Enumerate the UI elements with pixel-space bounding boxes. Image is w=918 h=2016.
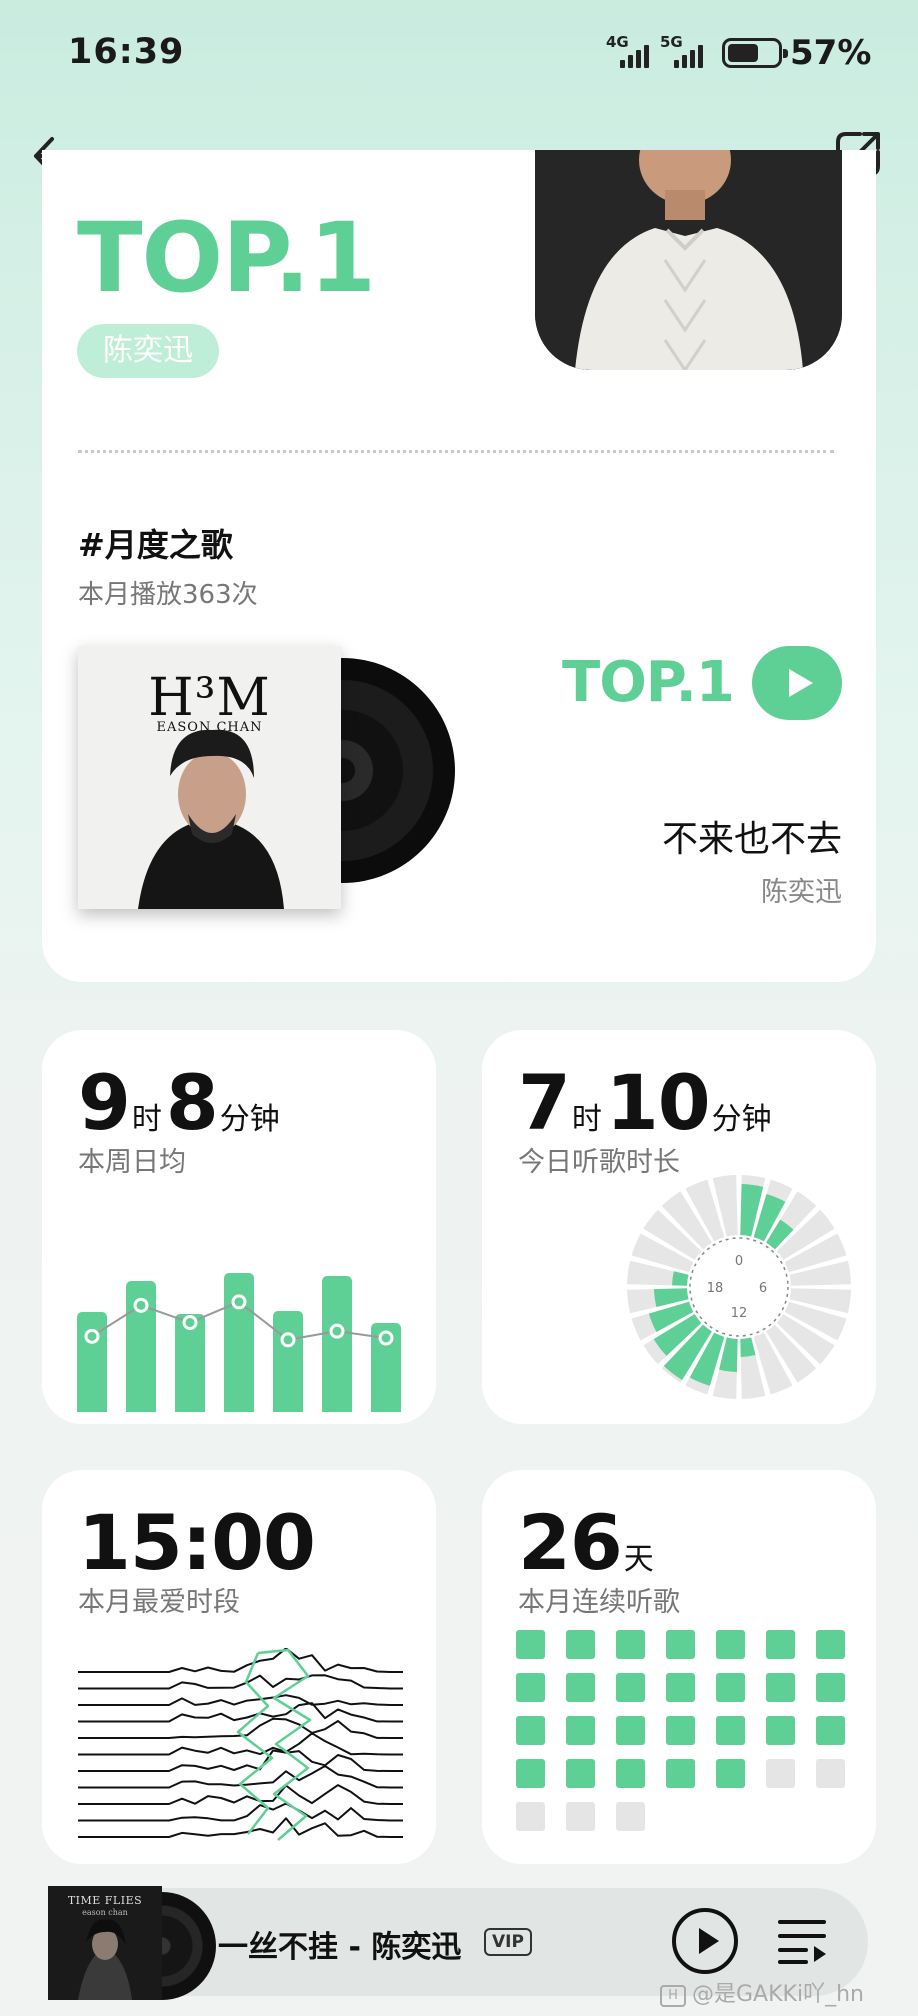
streak-day-cell [616, 1802, 645, 1831]
monthly-report-card: TOP.1 陈奕迅 #月度之歌 本月播放363次 H³M EASON CHAN … [42, 150, 876, 982]
play-count: 本月播放363次 [78, 580, 258, 610]
streak-day-cell [716, 1630, 745, 1659]
signal-5g-icon: 5G [660, 34, 708, 72]
streak-day-cell [616, 1630, 645, 1659]
clock-label: 12 [731, 1306, 748, 1321]
ridge-line [78, 1648, 403, 1673]
streak-day-cell [816, 1759, 845, 1788]
weekly-trend-point [378, 1330, 394, 1346]
streak-day-cell [616, 1716, 645, 1745]
streak-day-cell [766, 1673, 795, 1702]
signal-4g-icon: 4G [606, 34, 654, 72]
album-cover[interactable]: H³M EASON CHAN [78, 646, 341, 909]
player-play-button[interactable] [672, 1908, 738, 1974]
clock-label: 18 [707, 1281, 724, 1296]
streak-day-cell [516, 1716, 545, 1745]
streak-day-cell [666, 1759, 695, 1788]
weekly-bar-chart [77, 1240, 402, 1412]
song-of-month-heading: #月度之歌 [78, 526, 233, 564]
status-time: 16:39 [68, 32, 185, 72]
streak-day-cell [566, 1802, 595, 1831]
streak-calendar-grid [516, 1630, 845, 1831]
streak-day-cell [566, 1759, 595, 1788]
weekly-trend-point [84, 1328, 100, 1344]
weekly-trend-point [182, 1315, 198, 1331]
song-rank: TOP.1 [562, 650, 735, 715]
watermark: H @是GAKKi吖_hn [660, 1976, 864, 2008]
streak-day-cell [516, 1673, 545, 1702]
song-title: 不来也不去 [661, 819, 842, 860]
streak-day-cell [766, 1716, 795, 1745]
weekly-trend-line [84, 1294, 394, 1348]
streak-day-cell [566, 1716, 595, 1745]
ridge-line [78, 1802, 403, 1822]
ridge-line [78, 1674, 403, 1690]
watermark-logo-icon: H [660, 1985, 686, 2007]
clock-label: 6 [759, 1281, 767, 1296]
streak-label: 本月连续听歌 [518, 1587, 680, 1618]
favorite-time-value: 15:00 [78, 1498, 316, 1587]
clock-label: 0 [735, 1254, 743, 1269]
weekly-trend-point [329, 1323, 345, 1339]
streak-day-cell [816, 1716, 845, 1745]
play-icon [789, 669, 813, 697]
today-duration-card[interactable]: 7时10分钟 今日听歌时长 0 6 12 18 [482, 1030, 876, 1424]
weekly-average-card[interactable]: 9时8分钟 本周日均 [42, 1030, 436, 1424]
streak-day-cell [716, 1673, 745, 1702]
artist-photo[interactable] [535, 150, 842, 370]
hour-bar [740, 1337, 756, 1357]
streak-day-cell [816, 1630, 845, 1659]
streak-value: 26天 [518, 1498, 654, 1587]
today-duration-value: 7时10分钟 [518, 1058, 772, 1147]
player-album-cover[interactable]: TIME FLIES eason chan [48, 1886, 162, 2000]
artist-rank: TOP.1 [77, 202, 376, 314]
streak-day-cell [766, 1630, 795, 1659]
streak-day-cell [566, 1630, 595, 1659]
hourly-radial-chart: 0 6 12 18 [627, 1175, 851, 1399]
song-artist: 陈奕迅 [761, 877, 842, 908]
streak-day-cell [766, 1759, 795, 1788]
playlist-icon[interactable] [776, 1916, 828, 1966]
player-track-title[interactable]: 一丝不挂 - 陈奕迅 [218, 1922, 461, 1966]
favorite-time-card[interactable]: 15:00 本月最爱时段 [42, 1470, 436, 1864]
streak-day-cell [816, 1673, 845, 1702]
weekly-trend-point [133, 1297, 149, 1313]
play-song-button[interactable] [752, 646, 842, 720]
streak-day-cell [516, 1802, 545, 1831]
streak-day-cell [516, 1759, 545, 1788]
streak-day-cell [566, 1673, 595, 1702]
weekly-trend-point [231, 1294, 247, 1310]
time-ridgeline-chart [78, 1648, 403, 1841]
hour-bar [672, 1271, 689, 1286]
listening-streak-card[interactable]: 26天 本月连续听歌 [482, 1470, 876, 1864]
vip-badge: VIP [484, 1928, 532, 1956]
streak-day-cell [616, 1759, 645, 1788]
weekly-average-label: 本周日均 [78, 1147, 186, 1178]
streak-day-cell [716, 1716, 745, 1745]
status-bar: 16:39 4G 5G 57% [0, 0, 918, 110]
play-icon [699, 1928, 719, 1954]
streak-day-cell [666, 1716, 695, 1745]
battery-percent: 57% [790, 33, 872, 73]
clock-ring [689, 1237, 789, 1337]
streak-day-cell [716, 1759, 745, 1788]
battery-icon [722, 38, 788, 68]
artist-name-pill[interactable]: 陈奕迅 [77, 324, 219, 378]
weekly-trend-point [280, 1332, 296, 1348]
streak-day-cell [516, 1630, 545, 1659]
streak-day-cell [666, 1673, 695, 1702]
divider [78, 450, 834, 453]
streak-day-cell [616, 1673, 645, 1702]
favorite-time-label: 本月最爱时段 [78, 1587, 240, 1618]
streak-day-cell [666, 1630, 695, 1659]
ridge-line [78, 1694, 403, 1706]
weekly-average-value: 9时8分钟 [78, 1058, 280, 1147]
